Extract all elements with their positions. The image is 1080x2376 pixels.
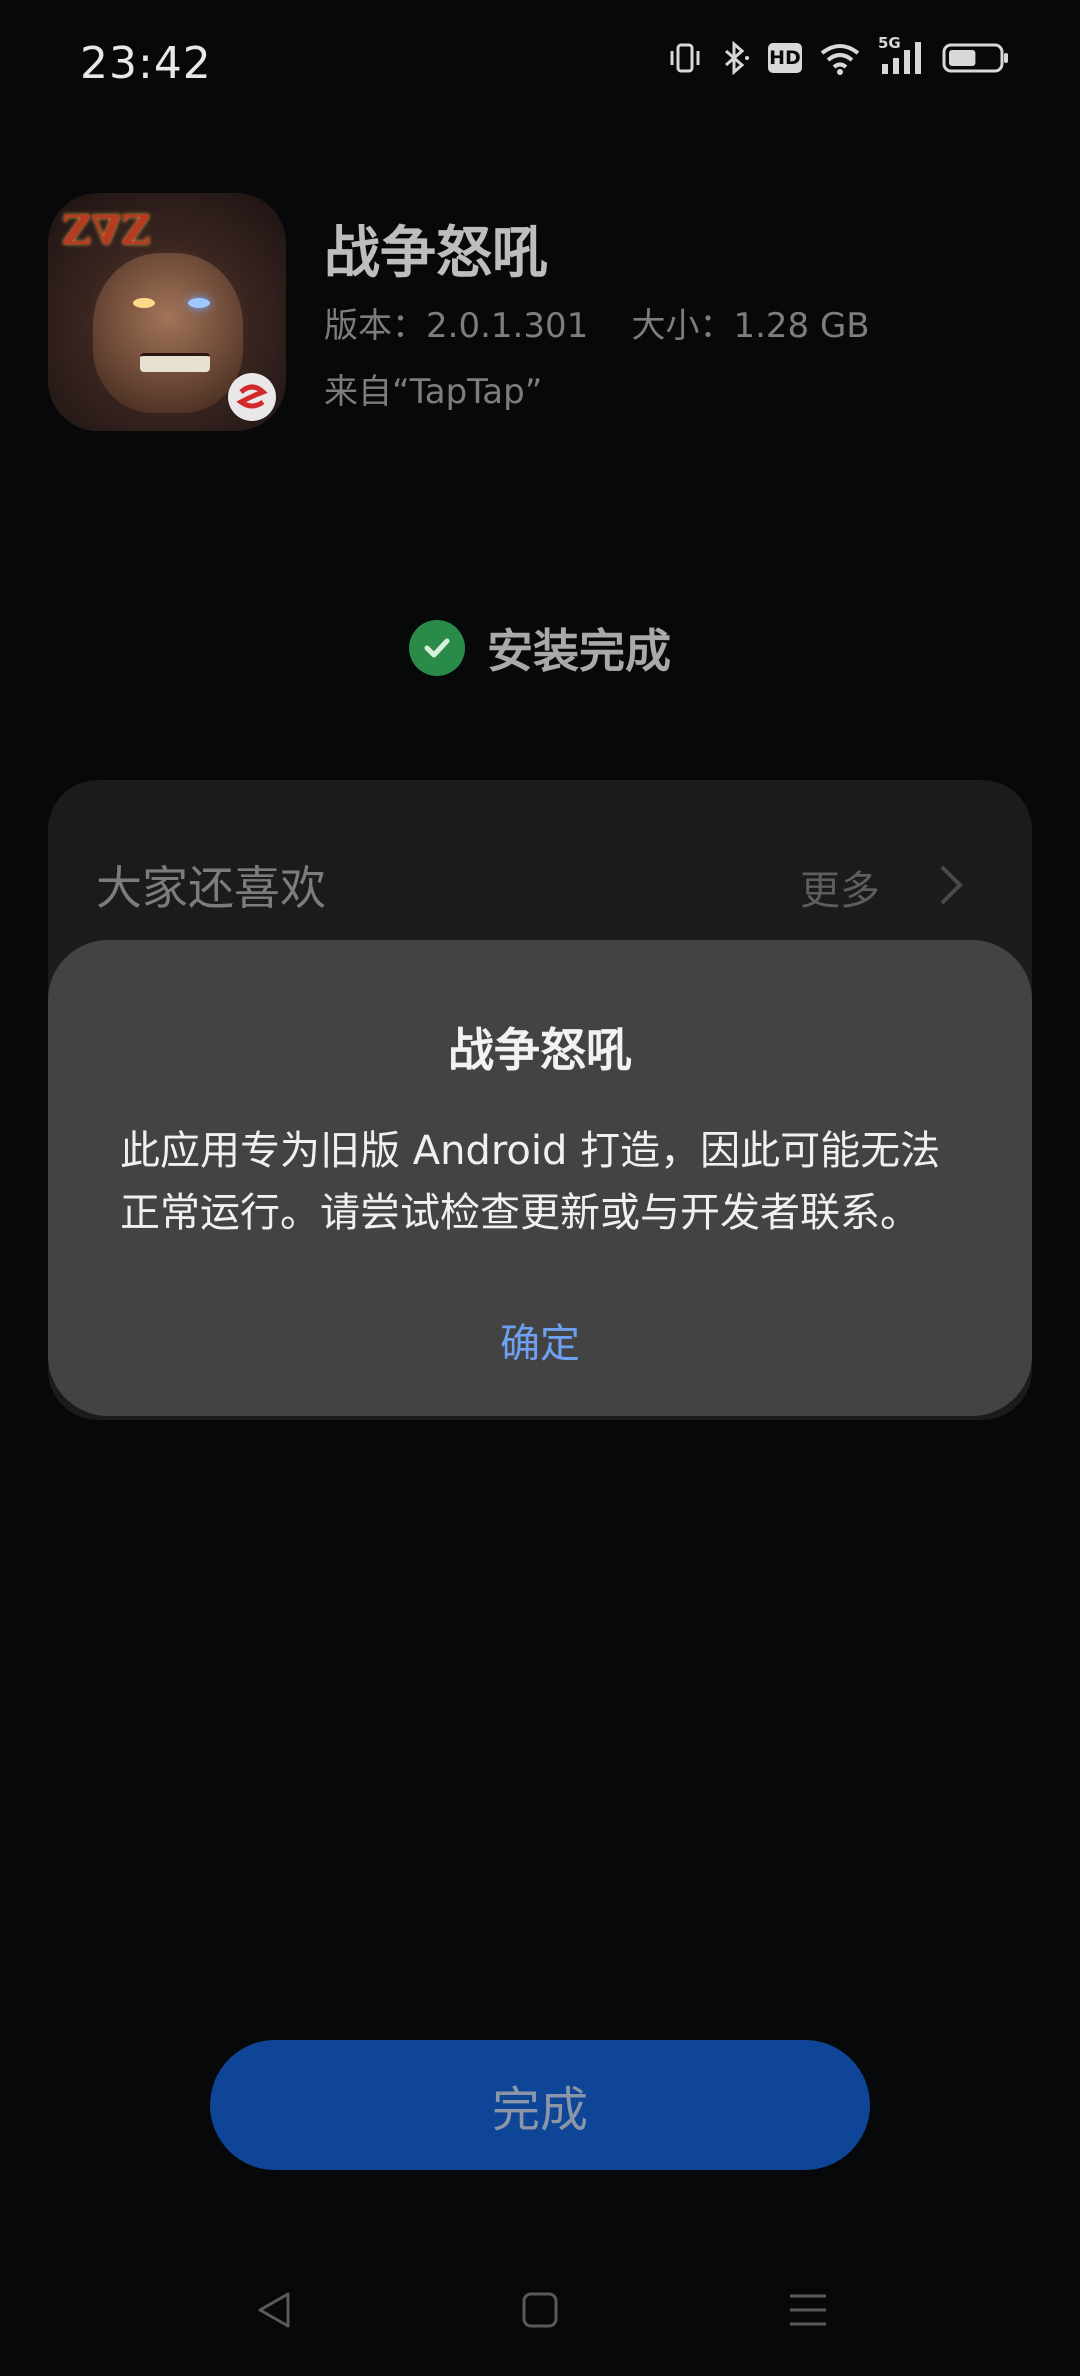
bluetooth-icon xyxy=(718,41,752,75)
vibrate-icon xyxy=(668,41,702,75)
navigation-bar xyxy=(0,2270,1080,2350)
app-source: 来自“TapTap” xyxy=(324,372,543,412)
install-status: 安装完成 xyxy=(0,615,1080,681)
more-label: 更多 xyxy=(800,868,880,914)
signal-5g-icon: 5G xyxy=(878,34,926,76)
app-icon-logo: Z∇Z xyxy=(62,207,151,254)
more-link[interactable]: 更多 xyxy=(800,858,964,916)
screen: 23:42 HD 5G Z∇Z 战争怒吼 版本：2.0.1.301 大小：1.2… xyxy=(0,0,1080,2376)
check-icon xyxy=(409,620,465,676)
hd-icon: HD xyxy=(768,43,802,73)
app-icon: Z∇Z xyxy=(48,193,286,431)
compatibility-dialog: 战争怒吼 此应用专为旧版 Android 打造，因此可能无法正常运行。请尝试检查… xyxy=(48,940,1032,1416)
back-icon[interactable] xyxy=(234,2270,314,2350)
network-type-label: 5G xyxy=(878,34,901,52)
recommend-title: 大家还喜欢 xyxy=(96,861,326,915)
dialog-message: 此应用专为旧版 Android 打造，因此可能无法正常运行。请尝试检查更新或与开… xyxy=(120,1128,941,1236)
dialog-ok-button[interactable]: 确定 xyxy=(440,1300,640,1380)
home-icon[interactable] xyxy=(500,2270,580,2350)
publisher-logo-icon xyxy=(228,373,276,421)
status-icons: HD 5G xyxy=(668,34,1010,76)
status-bar: 23:42 HD 5G xyxy=(0,0,1080,126)
app-name: 战争怒吼 xyxy=(324,221,548,286)
battery-icon xyxy=(942,41,1010,75)
app-icon-eye-left xyxy=(133,298,155,308)
app-icon-eye-right xyxy=(188,298,210,308)
app-meta: 版本：2.0.1.301 大小：1.28 GB xyxy=(324,306,870,346)
wifi-icon xyxy=(818,41,862,75)
app-icon-mouth xyxy=(140,353,210,372)
app-icon-character xyxy=(93,253,243,413)
menu-icon[interactable] xyxy=(768,2270,848,2350)
install-status-text: 安装完成 xyxy=(487,624,671,678)
dialog-title: 战争怒吼 xyxy=(448,1023,632,1077)
status-time: 23:42 xyxy=(80,38,212,89)
chevron-right-icon xyxy=(936,863,964,911)
done-button[interactable]: 完成 xyxy=(210,2040,870,2170)
